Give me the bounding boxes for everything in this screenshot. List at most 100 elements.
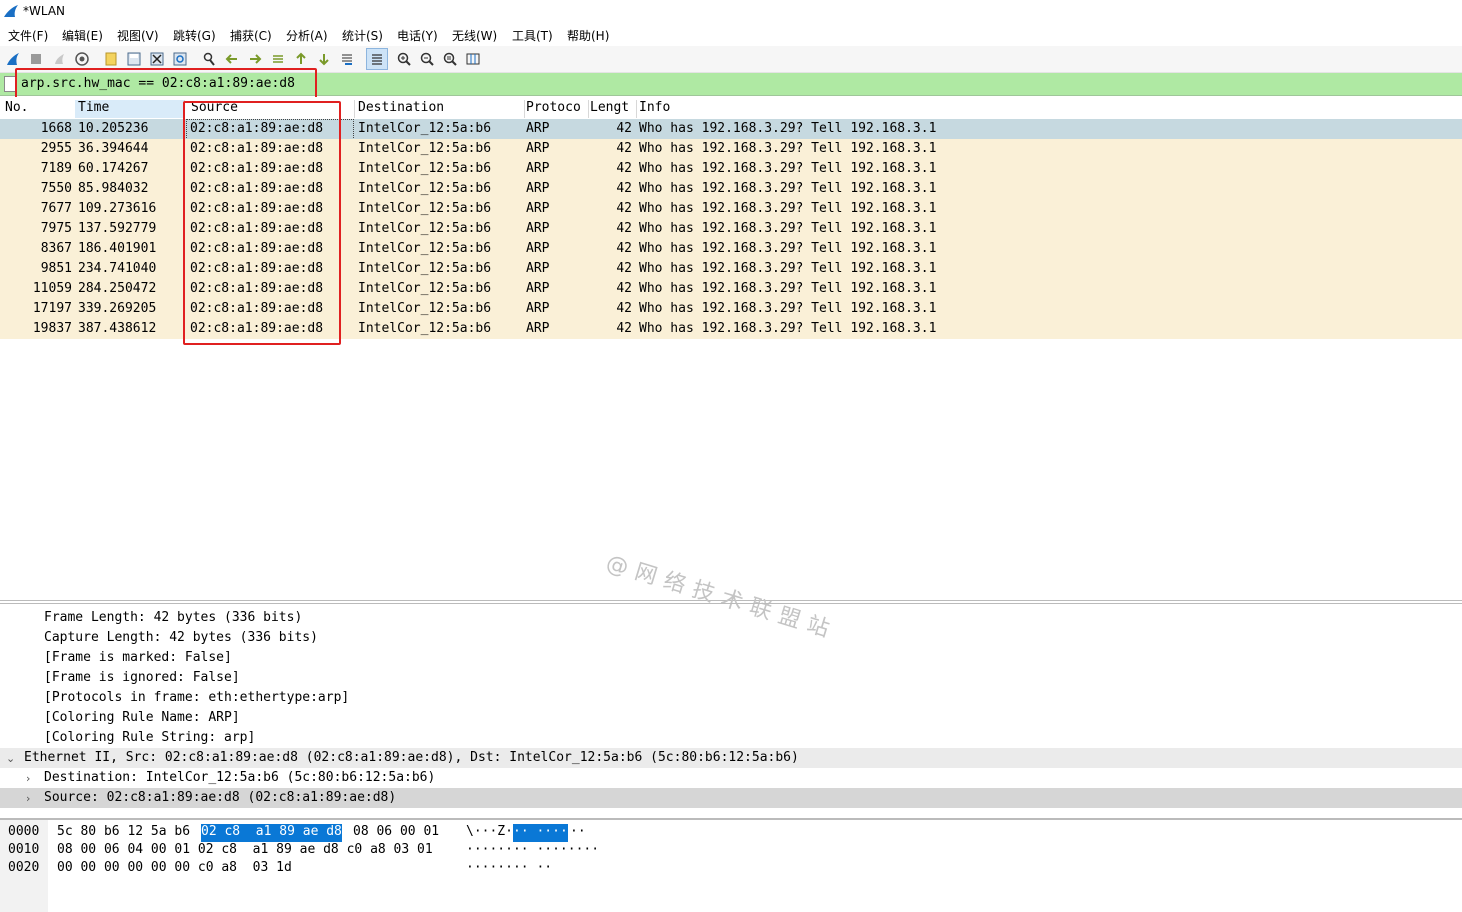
first-packet-icon[interactable]: [292, 50, 310, 68]
packet-no: 8367: [40, 241, 72, 256]
table-row[interactable]: 7677 109.273616 02:c8:a1:89:ae:d8 IntelCor_…: [0, 199, 1462, 219]
display-filter-input[interactable]: arp.src.hw_mac == 02:c8:a1:89:ae:d8: [21, 76, 295, 91]
detail-line[interactable]: [Frame is ignored: False]: [0, 668, 1462, 688]
table-row[interactable]: 2955 36.394644 02:c8:a1:89:ae:d8 IntelCor_1…: [0, 139, 1462, 159]
packet-info: Who has 192.168.3.29? Tell 192.168.3.1: [639, 121, 937, 136]
resize-columns-icon[interactable]: [464, 50, 482, 68]
column-header-time[interactable]: Time: [75, 100, 185, 118]
packet-destination: IntelCor_12:5a:b6: [358, 321, 492, 336]
collapsed-chevron-icon[interactable]: ›: [26, 792, 30, 805]
packet-protocol: ARP: [526, 161, 550, 176]
normal-size-icon[interactable]: [441, 50, 459, 68]
table-row[interactable]: 11059 284.250472 02:c8:a1:89:ae:d8 IntelCor…: [0, 279, 1462, 299]
detail-line[interactable]: › Source: 02:c8:a1:89:ae:d8 (02:c8:a1:89:…: [0, 788, 1462, 808]
stop-capture-icon[interactable]: [27, 50, 45, 68]
packet-source: 02:c8:a1:89:ae:d8: [190, 321, 324, 336]
packet-destination: IntelCor_12:5a:b6: [358, 261, 492, 276]
packet-length: 42: [616, 321, 632, 336]
table-row[interactable]: 7189 60.174267 02:c8:a1:89:ae:d8 IntelCor_1…: [0, 159, 1462, 179]
column-header-no[interactable]: No.: [0, 100, 80, 118]
packet-protocol: ARP: [526, 221, 550, 236]
packet-destination: IntelCor_12:5a:b6: [358, 181, 492, 196]
expanded-chevron-icon[interactable]: ⌄: [6, 752, 15, 765]
zoom-in-icon[interactable]: [395, 50, 413, 68]
packet-no: 7975: [40, 221, 72, 236]
detail-line[interactable]: Capture Length: 42 bytes (336 bits): [0, 628, 1462, 648]
go-back-icon[interactable]: [223, 50, 241, 68]
restart-capture-icon[interactable]: [50, 50, 68, 68]
table-row[interactable]: 19837 387.438612 02:c8:a1:89:ae:d8 IntelCor…: [0, 319, 1462, 339]
table-row[interactable]: 9851 234.741040 02:c8:a1:89:ae:d8 IntelCor_…: [0, 259, 1462, 279]
menu-bar: 文件(F) 编辑(E) 视图(V) 跳转(G) 捕获(C) 分析(A) 统计(S…: [0, 24, 1462, 44]
packet-info: Who has 192.168.3.29? Tell 192.168.3.1: [639, 141, 937, 156]
column-header-destination[interactable]: Destination: [354, 100, 525, 118]
reload-file-icon[interactable]: [171, 50, 189, 68]
column-header-length[interactable]: Lengt: [587, 100, 637, 118]
byte-offset: 0020: [8, 860, 40, 875]
packet-time: 234.741040: [78, 261, 157, 276]
save-file-icon[interactable]: [125, 50, 143, 68]
packet-no: 11059: [32, 281, 72, 296]
go-forward-icon[interactable]: [246, 50, 264, 68]
detail-line[interactable]: › Destination: IntelCor_12:5a:b6 (5c:80:b…: [0, 768, 1462, 788]
column-header-protocol[interactable]: Protoco: [522, 100, 589, 118]
packet-source: 02:c8:a1:89:ae:d8: [190, 161, 324, 176]
menu-wireless[interactable]: 无线(W): [452, 27, 497, 44]
colorize-icon[interactable]: [366, 48, 388, 70]
packet-protocol: ARP: [526, 181, 550, 196]
packet-source: 02:c8:a1:89:ae:d8: [190, 221, 324, 236]
menu-go[interactable]: 跳转(G): [173, 27, 216, 44]
column-header-source[interactable]: Source: [185, 100, 355, 118]
detail-text: Capture Length: 42 bytes (336 bits): [44, 630, 318, 645]
packet-no: 1668: [40, 121, 72, 136]
packet-destination: IntelCor_12:5a:b6: [358, 221, 492, 236]
packet-no: 7550: [40, 181, 72, 196]
ascii-bytes: ··: [570, 824, 586, 839]
detail-line[interactable]: [Coloring Rule String: arp]: [0, 728, 1462, 748]
packet-bytes-pane: 0000 5c 80 b6 12 5a b6 02 c8 a1 89 ae d8 08…: [0, 818, 1462, 912]
zoom-out-icon[interactable]: [418, 50, 436, 68]
menu-view[interactable]: 视图(V): [117, 27, 159, 44]
display-filter-bar: arp.src.hw_mac == 02:c8:a1:89:ae:d8: [0, 73, 1462, 96]
menu-tools[interactable]: 工具(T): [512, 27, 553, 44]
menu-analyze[interactable]: 分析(A): [286, 27, 328, 44]
column-header-info[interactable]: Info: [635, 100, 1459, 118]
table-row[interactable]: 8367 186.401901 02:c8:a1:89:ae:d8 IntelCor_…: [0, 239, 1462, 259]
wireshark-logo-icon: [4, 5, 18, 17]
open-file-icon[interactable]: [102, 50, 120, 68]
auto-scroll-icon[interactable]: [338, 50, 356, 68]
packet-info: Who has 192.168.3.29? Tell 192.168.3.1: [639, 241, 937, 256]
packet-info: Who has 192.168.3.29? Tell 192.168.3.1: [639, 221, 937, 236]
table-row[interactable]: 7975 137.592779 02:c8:a1:89:ae:d8 IntelCor_…: [0, 219, 1462, 239]
last-packet-icon[interactable]: [315, 50, 333, 68]
detail-line[interactable]: [Coloring Rule Name: ARP]: [0, 708, 1462, 728]
go-to-packet-icon[interactable]: [269, 50, 287, 68]
close-file-icon[interactable]: [148, 50, 166, 68]
capture-options-icon[interactable]: [73, 50, 91, 68]
menu-file[interactable]: 文件(F): [8, 27, 48, 44]
table-row[interactable]: 17197 339.269205 02:c8:a1:89:ae:d8 IntelCor…: [0, 299, 1462, 319]
filter-bookmark-icon[interactable]: [4, 76, 16, 92]
find-packet-icon[interactable]: [200, 50, 218, 68]
packet-destination: IntelCor_12:5a:b6: [358, 241, 492, 256]
detail-line[interactable]: Frame Length: 42 bytes (336 bits): [0, 608, 1462, 628]
menu-edit[interactable]: 编辑(E): [62, 27, 103, 44]
detail-line[interactable]: [Frame is marked: False]: [0, 648, 1462, 668]
table-row[interactable]: 1668 10.205236 02:c8:a1:89:ae:d8 IntelCor_1…: [0, 119, 1462, 140]
collapsed-chevron-icon[interactable]: ›: [26, 772, 30, 785]
packet-time: 109.273616: [78, 201, 157, 216]
packet-no: 7189: [40, 161, 72, 176]
menu-capture[interactable]: 捕获(C): [230, 27, 272, 44]
table-row[interactable]: 7550 85.984032 02:c8:a1:89:ae:d8 IntelCor_1…: [0, 179, 1462, 199]
menu-statistics[interactable]: 统计(S): [342, 27, 383, 44]
menu-help[interactable]: 帮助(H): [567, 27, 609, 44]
packet-protocol: ARP: [526, 281, 550, 296]
detail-line[interactable]: ⌄ Ethernet II, Src: 02:c8:a1:89:ae:d8 (02…: [0, 748, 1462, 768]
menu-telephony[interactable]: 电话(Y): [397, 27, 438, 44]
packet-length: 42: [616, 261, 632, 276]
packet-protocol: ARP: [526, 261, 550, 276]
detail-line[interactable]: [Protocols in frame: eth:ethertype:arp]: [0, 688, 1462, 708]
packet-list-header: No. Time Source Destination Protoco Leng…: [0, 97, 1462, 119]
shark-fin-start-icon[interactable]: [4, 50, 22, 68]
main-toolbar: [0, 46, 1462, 73]
